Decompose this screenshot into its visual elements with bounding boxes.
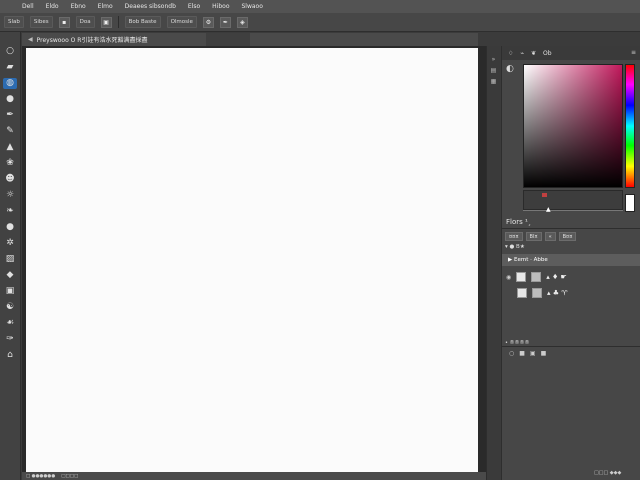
option-shape-icon[interactable]: ◈ <box>236 16 248 28</box>
panel-tabs: ♢ ⌁ ❦ Ob <box>502 46 640 60</box>
panel-tab-adjust[interactable]: ❦ <box>531 50 536 57</box>
menu-item-7[interactable]: Hiboo <box>212 3 229 10</box>
color-ramp[interactable] <box>523 190 623 210</box>
panel-status: □□□ ◆◆◆ <box>594 470 622 476</box>
new-layer-icon[interactable]: ▣ <box>530 350 536 357</box>
status-bar: □ ●●●●●● □□□□ <box>22 472 486 480</box>
ramp-line <box>523 210 623 211</box>
eyedropper-tool-icon[interactable]: ✎ <box>3 126 17 137</box>
dock-props-icon[interactable]: ▦ <box>491 78 497 85</box>
home-tool-icon[interactable]: ⌂ <box>3 350 17 361</box>
panel-menu-icon[interactable]: ≡ <box>631 49 636 56</box>
layers-btn-4[interactable]: B¤¤ <box>558 232 577 241</box>
layer-row[interactable]: ◉ ▴ ♦ ☛ <box>506 272 567 282</box>
option-square-icon[interactable]: ▪ <box>58 16 70 28</box>
menu-item-8[interactable]: Slwaoo <box>242 3 263 10</box>
layer-thumbnail <box>517 288 527 298</box>
option-brush-icon[interactable]: ✒ <box>219 16 231 28</box>
divider <box>502 346 640 347</box>
layers-title: Flors ¹¸ <box>506 218 532 226</box>
tab-close-icon[interactable]: ◀ <box>28 36 33 43</box>
option-doa[interactable]: Doa <box>75 16 95 28</box>
type-tool-icon[interactable]: ▣ <box>3 286 17 297</box>
mask-icon[interactable]: ■ <box>519 350 525 357</box>
eraser-tool-icon[interactable]: ❧ <box>3 206 17 217</box>
panel-tab-color[interactable]: ♢ <box>508 50 513 57</box>
layer-row[interactable]: ▴ ♣ ♈ <box>506 288 568 298</box>
divider <box>502 228 640 229</box>
layer-mask-thumbnail <box>531 272 542 282</box>
option-preset[interactable]: Slab <box>4 16 24 28</box>
color-swap-icon[interactable]: ☯ <box>3 302 17 313</box>
right-panel: ♢ ⌁ ❦ Ob ≡ ◐ ▲ Flors ¹¸ ¤¤¤ Bl¤ « B¤¤ ▾ … <box>501 46 640 480</box>
lasso-tool-icon[interactable]: ◍ <box>3 78 17 89</box>
menu-item-1[interactable]: Dell <box>22 3 34 10</box>
gradient-tool-icon[interactable]: ● <box>3 222 17 233</box>
separator <box>117 16 119 28</box>
option-gear-icon[interactable]: ⚙ <box>202 16 214 28</box>
marquee-tool-icon[interactable]: ▰ <box>3 62 17 73</box>
quick-select-tool-icon[interactable]: ● <box>3 94 17 105</box>
layers-btn-1[interactable]: ¤¤¤ <box>505 232 523 241</box>
dodge-tool-icon[interactable]: ▨ <box>3 254 17 265</box>
foreground-background-icon[interactable]: ◐ <box>506 64 519 77</box>
option-olmosle[interactable]: Olmosle <box>166 16 197 28</box>
document-title: Preyswooo O R引詿有浩水死豁满盡採盡 <box>36 37 148 44</box>
zoom-tool-icon[interactable]: ✑ <box>3 334 17 345</box>
pen-tool-icon[interactable]: ◆ <box>3 270 17 281</box>
trash-icon[interactable]: ■ <box>541 350 547 357</box>
stamp-tool-icon[interactable]: ☻ <box>3 174 17 185</box>
tools-panel: ○ ▰ ◍ ● ✒ ✎ ▲ ❀ ☻ ☼ ❧ ● ✲ ▨ ◆ ▣ ☯ ☙ ✑ ⌂ <box>0 32 21 480</box>
layer-mask-thumbnail <box>532 288 542 298</box>
collapsed-panel-dock: » ▤ ▦ <box>486 46 500 480</box>
document-tab[interactable]: ◀ Preyswooo O R引詿有浩水死豁满盡採盡 <box>22 33 478 46</box>
layers-btn-3[interactable]: « <box>544 232 556 241</box>
layers-btn-2[interactable]: Bl¤ <box>525 232 542 241</box>
history-brush-tool-icon[interactable]: ☼ <box>3 190 17 201</box>
layers-button-row: ¤¤¤ Bl¤ « B¤¤ <box>505 232 577 241</box>
brush-tool-icon[interactable]: ❀ <box>3 158 17 169</box>
dock-history-icon[interactable]: ▤ <box>491 67 497 74</box>
layers-options[interactable]: ▾ ● B★ <box>505 244 525 250</box>
option-frame-icon[interactable]: ▣ <box>100 16 112 28</box>
dock-collapse-icon[interactable]: » <box>492 56 496 63</box>
menu-item-5[interactable]: Deaees sibsondb <box>125 3 176 10</box>
hue-slider[interactable] <box>625 64 635 188</box>
photo-editor-window: Dell Eldo Ebno Elmo Deaees sibsondb Elso… <box>0 0 640 480</box>
visibility-eye-icon[interactable] <box>506 290 512 297</box>
hand-tool-icon[interactable]: ☙ <box>3 318 17 329</box>
ramp-knob-icon[interactable]: ▲ <box>546 206 551 213</box>
layer-thumbnail <box>516 272 527 282</box>
menu-item-3[interactable]: Ebno <box>71 3 86 10</box>
option-bob-baste[interactable]: Bob Baste <box>124 16 161 28</box>
menu-item-2[interactable]: Eldo <box>46 3 59 10</box>
status-left: □ ●●●●●● <box>26 473 56 479</box>
document-canvas[interactable] <box>26 48 478 472</box>
menu-item-4[interactable]: Elmo <box>98 3 113 10</box>
layers-footer-icons: ○ ■ ▣ ■ <box>509 350 546 357</box>
layer-row-label: ▴ ♣ ♈ <box>547 289 568 297</box>
blur-tool-icon[interactable]: ✲ <box>3 238 17 249</box>
layer-row-label: ▴ ♦ ☛ <box>546 273 567 281</box>
link-icon[interactable]: ○ <box>509 350 514 357</box>
move-tool-icon[interactable]: ○ <box>3 46 17 57</box>
tab-overflow-area <box>206 33 250 46</box>
status-mid: □□□□ <box>61 473 79 479</box>
menu-bar: Dell Eldo Ebno Elmo Deaees sibsondb Elso… <box>0 0 640 13</box>
color-field[interactable] <box>523 64 623 188</box>
visibility-eye-icon[interactable]: ◉ <box>506 274 511 281</box>
crop-tool-icon[interactable]: ✒ <box>3 110 17 121</box>
option-sibes[interactable]: Sibes <box>29 16 53 28</box>
color-sample <box>625 194 635 212</box>
panel-tab-styles[interactable]: Ob <box>543 50 552 57</box>
options-bar: Slab Sibes ▪ Doa ▣ Bob Baste Olmosle ⚙ ✒… <box>0 13 640 32</box>
panel-tab-swatches[interactable]: ⌁ <box>520 50 524 57</box>
layer-row-selected[interactable]: ▶ Eemt · Abbe <box>502 254 640 266</box>
color-marker <box>542 193 547 197</box>
heal-tool-icon[interactable]: ▲ <box>3 142 17 153</box>
menu-item-6[interactable]: Elso <box>188 3 200 10</box>
